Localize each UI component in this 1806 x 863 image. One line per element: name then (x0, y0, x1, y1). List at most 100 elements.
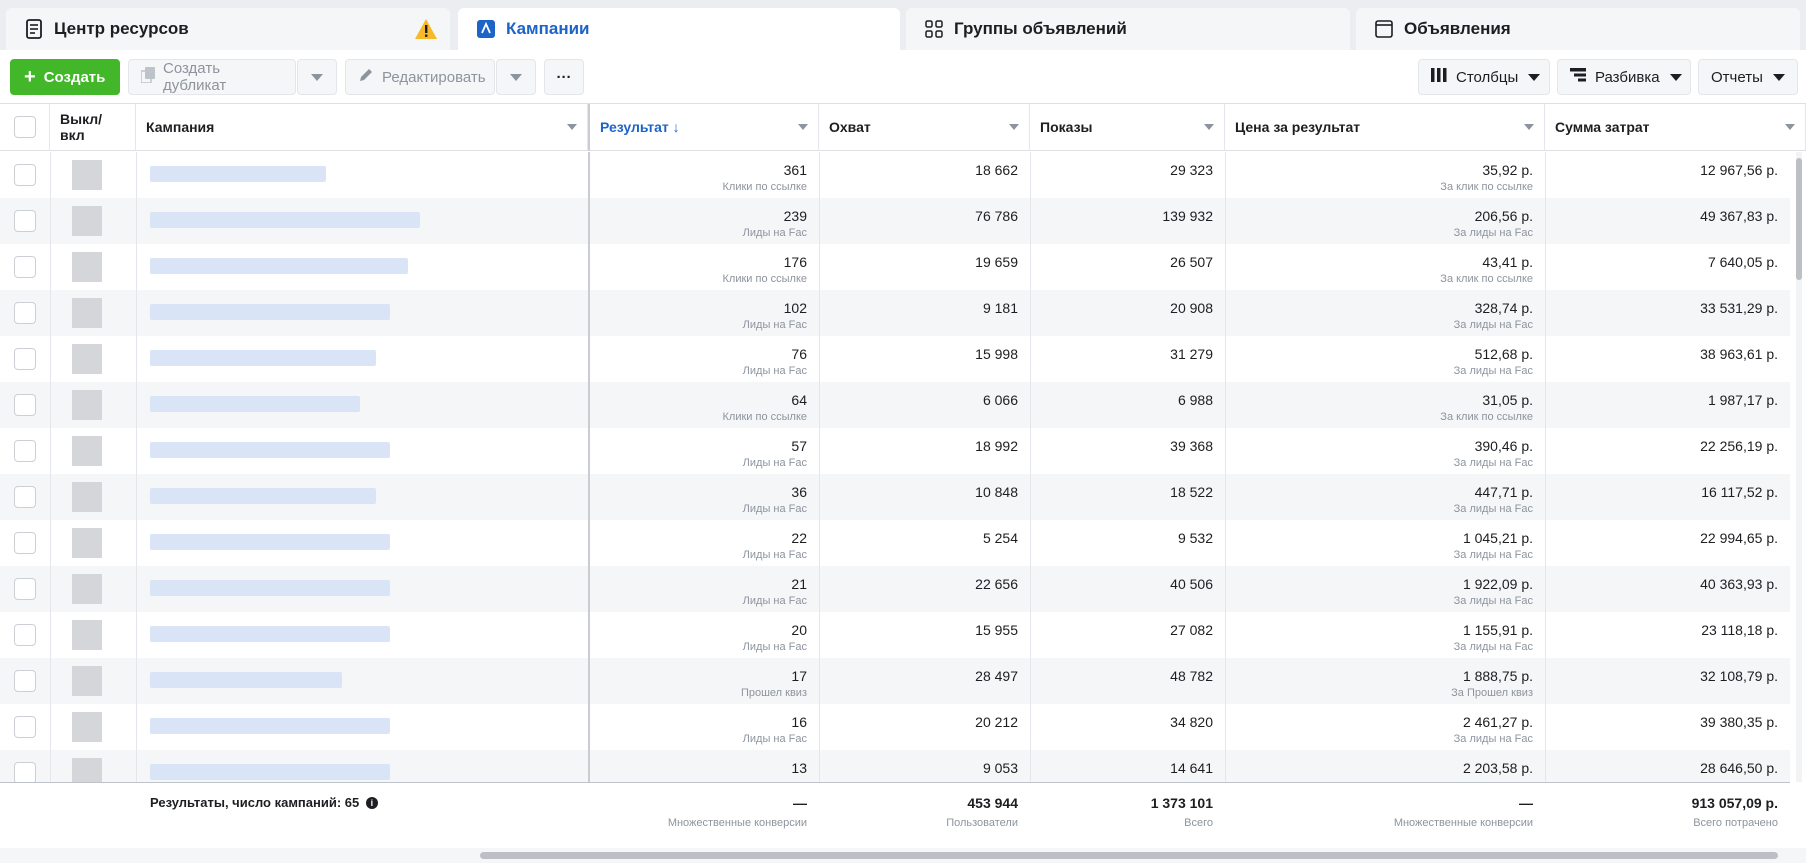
campaign-name-link[interactable] (150, 672, 342, 688)
campaign-toggle[interactable] (72, 528, 102, 558)
row-checkbox[interactable] (14, 256, 36, 278)
campaign-name-link[interactable] (150, 258, 408, 274)
horizontal-scrollbar[interactable] (0, 848, 1806, 863)
spend-value: 28 646,50 р. (1700, 760, 1778, 776)
row-checkbox[interactable] (14, 486, 36, 508)
scroll-thumb[interactable] (1796, 158, 1802, 280)
header-toggle[interactable]: Выкл/ вкл (50, 104, 136, 151)
table-row[interactable]: 361 Клики по ссылке 18 662 29 323 35,92 р. За… (0, 152, 1790, 198)
row-checkbox[interactable] (14, 348, 36, 370)
campaign-toggle[interactable] (72, 620, 102, 650)
table-row[interactable]: 21 Лиды на Fac 22 656 40 506 1 922,09 р. За л… (0, 566, 1790, 612)
campaign-name-link[interactable] (150, 488, 376, 504)
cell-reach: 10 848 (819, 474, 1030, 520)
cost-type: За лиды на Fac (1453, 503, 1533, 515)
result-value: 57 (791, 438, 807, 454)
campaign-toggle[interactable] (72, 712, 102, 742)
campaign-name-link[interactable] (150, 212, 420, 228)
header-cost-per-result[interactable]: Цена за результат (1225, 104, 1545, 151)
scroll-thumb[interactable] (480, 852, 1778, 859)
duplicate-dropdown-button[interactable] (297, 59, 337, 95)
header-campaign[interactable]: Кампания (136, 104, 588, 151)
campaign-toggle[interactable] (72, 206, 102, 236)
row-checkbox[interactable] (14, 578, 36, 600)
campaign-name-link[interactable] (150, 442, 390, 458)
tab-resource-center[interactable]: Центр ресурсов (6, 8, 450, 50)
tab-campaigns[interactable]: Кампании (458, 8, 900, 50)
duplicate-button[interactable]: Создать дубликат (128, 59, 296, 95)
campaign-toggle[interactable] (72, 482, 102, 512)
cell-cost: 35,92 р. За клик по ссылке (1225, 152, 1545, 198)
table-row[interactable]: 64 Клики по ссылке 6 066 6 988 31,05 р. За кл… (0, 382, 1790, 428)
vertical-scrollbar[interactable] (1796, 152, 1802, 782)
campaign-toggle[interactable] (72, 160, 102, 190)
cost-type: За клик по ссылке (1440, 411, 1533, 423)
row-checkbox[interactable] (14, 440, 36, 462)
header-amount-spent[interactable]: Сумма затрат (1545, 104, 1806, 151)
tab-ad-sets[interactable]: Группы объявлений (906, 8, 1350, 50)
campaign-name-link[interactable] (150, 580, 390, 596)
campaign-toggle[interactable] (72, 436, 102, 466)
result-value: 239 (783, 208, 807, 224)
row-checkbox[interactable] (14, 624, 36, 646)
table-row[interactable]: 57 Лиды на Fac 18 992 39 368 390,46 р. За лид… (0, 428, 1790, 474)
row-checkbox[interactable] (14, 210, 36, 232)
campaign-name-link[interactable] (150, 534, 390, 550)
table-row[interactable]: 17 Прошел квиз 28 497 48 782 1 888,75 р. За П… (0, 658, 1790, 704)
cell-impressions: 14 641 (1030, 750, 1225, 782)
row-checkbox[interactable] (14, 670, 36, 692)
header-result[interactable]: Результат ↓ (588, 104, 819, 151)
campaign-name-link[interactable] (150, 396, 360, 412)
cell-result: 239 Лиды на Fac (588, 198, 819, 244)
table-row[interactable]: 13 9 053 14 641 2 203,58 р. 28 646,50 р. (0, 750, 1790, 782)
campaign-name-link[interactable] (150, 350, 376, 366)
row-checkbox[interactable] (14, 716, 36, 738)
info-icon[interactable]: i (365, 797, 378, 809)
campaign-name-link[interactable] (150, 718, 390, 734)
cost-value: 447,71 р. (1474, 484, 1533, 500)
columns-button[interactable]: Столбцы (1418, 59, 1550, 95)
row-checkbox[interactable] (14, 762, 36, 782)
reach-value: 5 254 (982, 530, 1018, 546)
header-reach[interactable]: Охват (819, 104, 1030, 151)
row-checkbox[interactable] (14, 164, 36, 186)
campaign-name-link[interactable] (150, 304, 390, 320)
campaign-toggle[interactable] (72, 390, 102, 420)
row-checkbox[interactable] (14, 302, 36, 324)
toolbar: + Создать Создать дубликат Редактировать… (0, 50, 1806, 104)
table-row[interactable]: 76 Лиды на Fac 15 998 31 279 512,68 р. За лид… (0, 336, 1790, 382)
table-row[interactable]: 22 Лиды на Fac 5 254 9 532 1 045,21 р. За лид… (0, 520, 1790, 566)
table-row[interactable]: 36 Лиды на Fac 10 848 18 522 447,71 р. За лид… (0, 474, 1790, 520)
edit-dropdown-button[interactable] (496, 59, 536, 95)
header-impressions[interactable]: Показы (1030, 104, 1225, 151)
tab-ads[interactable]: Объявления (1356, 8, 1800, 50)
create-button[interactable]: + Создать (10, 59, 120, 95)
cell-spend: 32 108,79 р. (1545, 658, 1790, 704)
table-row[interactable]: 16 Лиды на Fac 20 212 34 820 2 461,27 р. За л… (0, 704, 1790, 750)
campaign-toggle[interactable] (72, 252, 102, 282)
campaign-name-link[interactable] (150, 764, 390, 780)
campaign-toggle[interactable] (72, 666, 102, 696)
cell-result: 176 Клики по ссылке (588, 244, 819, 290)
impressions-value: 34 820 (1170, 714, 1213, 730)
table-row[interactable]: 20 Лиды на Fac 15 955 27 082 1 155,91 р. За л… (0, 612, 1790, 658)
edit-button[interactable]: Редактировать (345, 59, 495, 95)
cell-cost: 43,41 р. За клик по ссылке (1225, 244, 1545, 290)
table-row[interactable]: 176 Клики по ссылке 19 659 26 507 43,41 р. За… (0, 244, 1790, 290)
breakdown-button[interactable]: Разбивка (1557, 59, 1691, 95)
row-checkbox[interactable] (14, 394, 36, 416)
warning-icon[interactable] (414, 18, 438, 45)
campaign-toggle[interactable] (72, 574, 102, 604)
campaign-toggle[interactable] (72, 758, 102, 782)
table-row[interactable]: 239 Лиды на Fac 76 786 139 932 206,56 р. За л… (0, 198, 1790, 244)
campaign-name-link[interactable] (150, 626, 390, 642)
campaign-toggle[interactable] (72, 298, 102, 328)
table-row[interactable]: 102 Лиды на Fac 9 181 20 908 328,74 р. За лид… (0, 290, 1790, 336)
row-checkbox[interactable] (14, 532, 36, 554)
select-all-checkbox[interactable] (14, 116, 36, 138)
campaign-name-link[interactable] (150, 166, 326, 182)
campaign-toggle[interactable] (72, 344, 102, 374)
reports-button[interactable]: Отчеты (1698, 59, 1798, 95)
more-options-button[interactable]: ··· (544, 59, 584, 95)
cost-value: 31,05 р. (1482, 392, 1533, 408)
